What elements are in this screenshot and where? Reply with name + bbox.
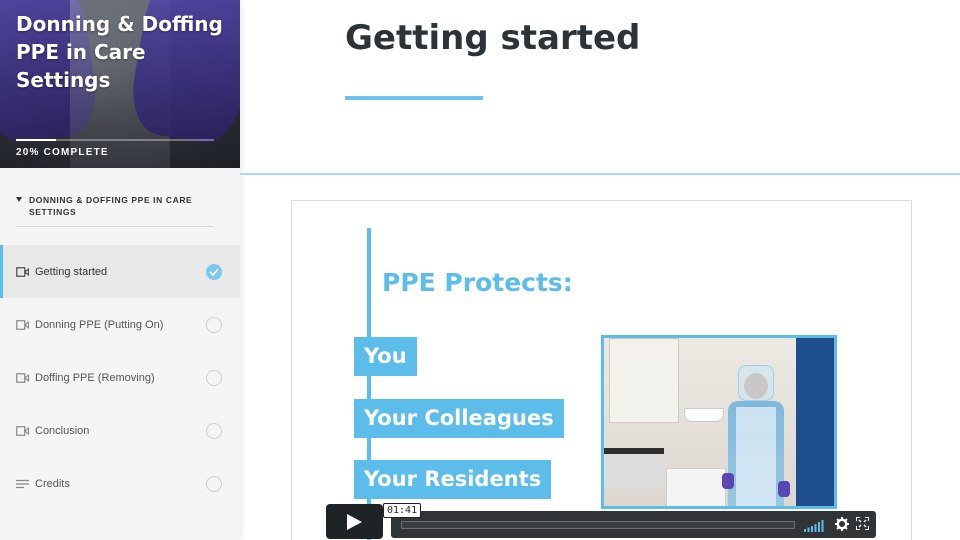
play-icon: [347, 514, 362, 530]
course-page: Donning & Doffing PPE in Care Settings 2…: [0, 0, 960, 540]
lesson-incomplete-circle-icon: [206, 475, 222, 492]
lesson-label: Getting started: [35, 265, 108, 278]
lesson-incomplete-circle-icon: [206, 422, 222, 439]
settings-gear-icon[interactable]: [835, 517, 849, 531]
fullscreen-icon[interactable]: [856, 517, 869, 530]
video-icon: [16, 425, 29, 436]
course-progress-fill: [16, 139, 56, 141]
video-scrubber[interactable]: [401, 521, 795, 529]
section-header[interactable]: DONNING & DOFFING PPE IN CARE SETTINGS: [16, 194, 214, 227]
lesson-item-donning-ppe[interactable]: Donning PPE (Putting On): [0, 298, 240, 351]
slide-item-colleagues: Your Colleagues: [354, 399, 564, 438]
slide-heading: PPE Protects:: [382, 268, 573, 297]
lesson-label: Doffing PPE (Removing): [35, 371, 155, 384]
lesson-complete-check-icon: [206, 263, 222, 280]
lesson-incomplete-circle-icon: [206, 369, 222, 386]
lesson-list: Getting started Donning PPE (Putting On)…: [0, 245, 240, 510]
video-icon: [16, 266, 29, 277]
course-progress-text: 20% COMPLETE: [16, 147, 109, 158]
lesson-item-doffing-ppe[interactable]: Doffing PPE (Removing): [0, 351, 240, 404]
header-divider: [240, 173, 960, 175]
video-icon: [16, 319, 29, 330]
slide-photo-nurse-in-ppe: [601, 335, 837, 509]
lesson-label: Donning PPE (Putting On): [35, 318, 164, 331]
course-sidebar: Donning & Doffing PPE in Care Settings 2…: [0, 0, 240, 540]
title-underline: [345, 96, 483, 100]
video-icon: [16, 372, 29, 383]
video-time-tooltip: 01:41: [383, 503, 422, 518]
lesson-item-getting-started[interactable]: Getting started: [0, 245, 240, 298]
volume-icon[interactable]: [804, 520, 824, 532]
caret-down-icon[interactable]: [16, 197, 22, 202]
lesson-item-conclusion[interactable]: Conclusion: [0, 404, 240, 457]
lesson-incomplete-circle-icon: [206, 316, 222, 333]
video-control-bar: [391, 511, 876, 538]
lesson-label: Conclusion: [35, 424, 90, 437]
lesson-label: Credits: [35, 477, 70, 490]
course-hero-image: Donning & Doffing PPE in Care Settings 2…: [0, 0, 240, 168]
course-title[interactable]: Donning & Doffing PPE in Care Settings: [16, 10, 231, 94]
page-title: Getting started: [345, 18, 641, 58]
section-title[interactable]: DONNING & DOFFING PPE IN CARE SETTINGS: [29, 194, 214, 218]
play-button[interactable]: [326, 504, 383, 539]
text-lines-icon: [16, 479, 29, 488]
slide-item-you: You: [354, 337, 417, 376]
lesson-item-credits[interactable]: Credits: [0, 457, 240, 510]
slide-item-residents: Your Residents: [354, 460, 552, 499]
course-progress-bar: [16, 139, 214, 141]
